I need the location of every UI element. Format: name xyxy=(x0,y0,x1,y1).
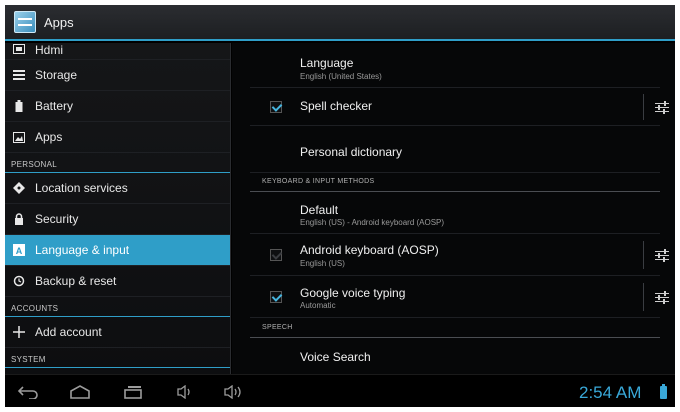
status-clock[interactable]: 2:54 AM xyxy=(579,383,641,403)
storage-icon xyxy=(13,69,25,81)
sidebar-item-security[interactable]: Security xyxy=(5,204,230,235)
pref-voice-search[interactable]: Voice Search xyxy=(250,339,660,374)
vertical-divider xyxy=(643,241,644,269)
android-keyboard-settings-icon[interactable] xyxy=(655,249,669,262)
lock-icon xyxy=(13,213,25,225)
sidebar-item-language-input[interactable]: A Language & input xyxy=(5,235,230,266)
sidebar-item-add-account[interactable]: Add account xyxy=(5,317,230,348)
android-keyboard-checkbox[interactable] xyxy=(270,249,282,261)
status-battery-icon[interactable] xyxy=(660,384,667,399)
pref-default-summary: English (US) - Android keyboard (AOSP) xyxy=(300,218,445,227)
pref-google-voice-typing-summary: Automatic xyxy=(300,301,336,310)
pref-language[interactable]: Language English (United States) xyxy=(250,43,660,88)
back-icon[interactable] xyxy=(13,382,43,402)
section-header-system: SYSTEM xyxy=(5,348,230,368)
section-header-speech: SPEECH xyxy=(250,324,660,338)
action-bar-title[interactable]: Apps xyxy=(44,15,74,30)
sidebar-item-label: Battery xyxy=(35,99,74,113)
sidebar-item-battery[interactable]: Battery xyxy=(5,91,230,122)
battery-icon xyxy=(13,100,25,112)
pref-personal-dictionary[interactable]: Personal dictionary xyxy=(250,126,660,173)
language-icon: A xyxy=(13,244,25,256)
section-header-accounts: ACCOUNTS xyxy=(5,297,230,317)
sidebar-item-storage[interactable]: Storage xyxy=(5,60,230,91)
svg-text:A: A xyxy=(16,246,23,256)
pref-android-keyboard-title: Android keyboard (AOSP) xyxy=(300,243,439,257)
add-icon xyxy=(13,326,25,338)
system-navigation-bar: 2:54 AM xyxy=(5,374,675,407)
apps-icon xyxy=(13,131,25,143)
sidebar-item-label: Storage xyxy=(35,68,78,82)
sidebar-item-label: Location services xyxy=(35,181,128,195)
sidebar-item-label: Security xyxy=(35,212,79,226)
pref-language-title: Language xyxy=(300,56,354,70)
sidebar-item-backup-reset[interactable]: Backup & reset xyxy=(5,266,230,297)
backup-icon xyxy=(13,275,25,287)
google-voice-typing-settings-icon[interactable] xyxy=(655,291,669,304)
pref-default-ime[interactable]: Default English (US) - Android keyboard … xyxy=(250,193,660,234)
sidebar-item-label: Add account xyxy=(35,325,102,339)
action-bar: Apps xyxy=(5,5,675,41)
tablet-screen: Apps Hdmi Storage Battery Apps PERSONAL … xyxy=(5,5,675,407)
sidebar-item-label: Language & input xyxy=(35,243,130,257)
sidebar-item-apps[interactable]: Apps xyxy=(5,122,230,153)
settings-app-icon[interactable] xyxy=(14,11,36,33)
google-voice-typing-checkbox[interactable] xyxy=(270,291,282,303)
sidebar-item-hdmi[interactable]: Hdmi xyxy=(5,43,230,60)
volume-down-icon[interactable] xyxy=(171,382,201,402)
hdmi-icon xyxy=(13,43,25,55)
pref-spell-checker-title: Spell checker xyxy=(300,99,373,113)
pref-language-summary: English (United States) xyxy=(300,72,382,81)
pref-android-keyboard-summary: English (US) xyxy=(300,259,345,268)
volume-up-icon[interactable] xyxy=(219,382,249,402)
sidebar-item-label: Hdmi xyxy=(35,43,64,57)
home-icon[interactable] xyxy=(65,382,95,402)
settings-sidebar: Hdmi Storage Battery Apps PERSONAL Locat xyxy=(5,43,231,374)
vertical-divider xyxy=(643,94,644,120)
section-header-personal: PERSONAL xyxy=(5,153,230,173)
pref-google-voice-typing[interactable]: Google voice typing Automatic xyxy=(250,276,669,318)
sidebar-item-label: Backup & reset xyxy=(35,274,117,288)
recent-apps-icon[interactable] xyxy=(118,382,148,402)
pref-default-title: Default xyxy=(300,203,339,217)
pref-spell-checker[interactable]: Spell checker xyxy=(250,88,669,126)
vertical-divider xyxy=(643,283,644,311)
location-icon xyxy=(13,182,25,194)
spell-checker-settings-icon[interactable] xyxy=(655,101,669,114)
sidebar-item-label: Apps xyxy=(35,130,63,144)
language-input-panel: Language English (United States) Spell c… xyxy=(232,43,675,374)
spell-checker-checkbox[interactable] xyxy=(270,101,282,113)
sidebar-item-location-services[interactable]: Location services xyxy=(5,173,230,204)
section-header-keyboard-input-methods: KEYBOARD & INPUT METHODS xyxy=(250,178,660,192)
pref-google-voice-typing-title: Google voice typing xyxy=(300,286,406,300)
pref-personal-dictionary-title: Personal dictionary xyxy=(300,145,403,159)
pref-voice-search-title: Voice Search xyxy=(300,350,371,364)
pref-android-keyboard[interactable]: Android keyboard (AOSP) English (US) xyxy=(250,234,669,276)
